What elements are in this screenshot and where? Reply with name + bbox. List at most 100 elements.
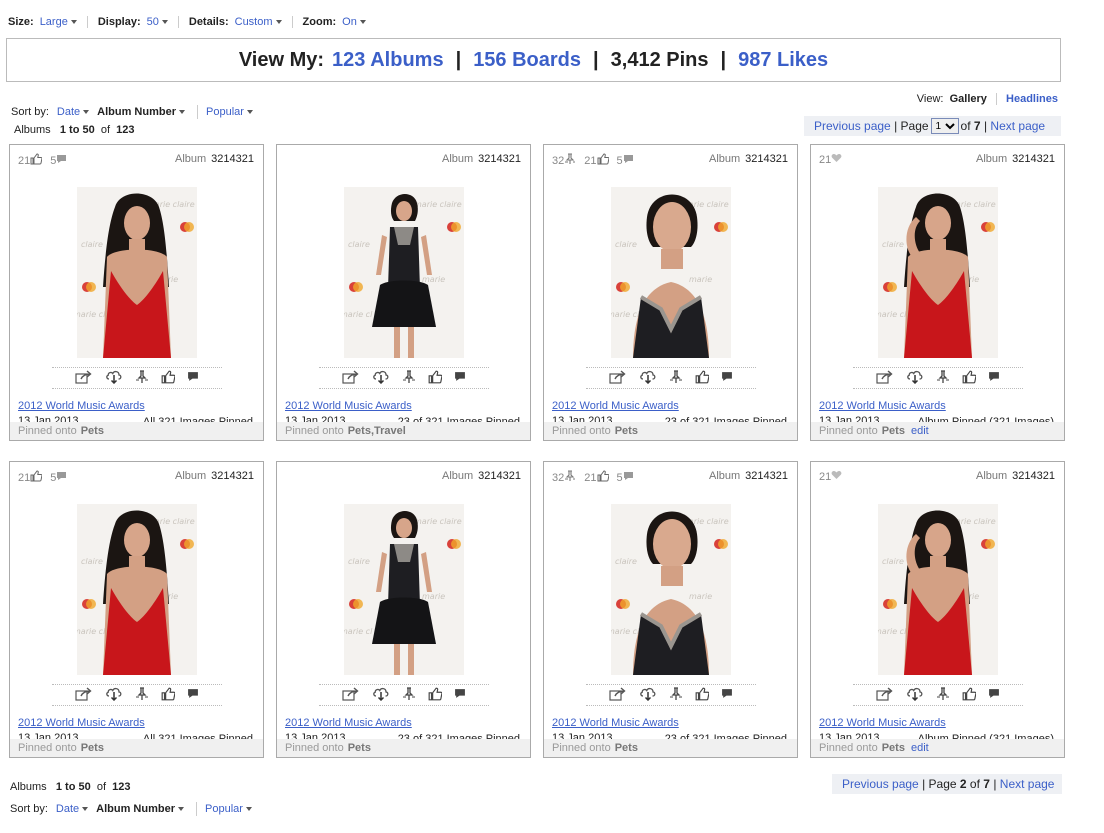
album-title-link[interactable]: 2012 World Music Awards: [18, 717, 145, 729]
share-icon[interactable]: [875, 369, 894, 387]
edit-link[interactable]: edit: [911, 425, 929, 437]
pin-icon[interactable]: [936, 686, 950, 704]
pinned-boards: Pets: [614, 425, 638, 437]
previous-page-link[interactable]: Previous page: [814, 119, 891, 133]
album-cover-photo[interactable]: marie claireclairemariemarie cl: [610, 187, 731, 358]
album-title-link[interactable]: 2012 World Music Awards: [552, 717, 679, 729]
album-title-link[interactable]: 2012 World Music Awards: [819, 717, 946, 729]
pin-icon[interactable]: [135, 686, 149, 704]
album-card[interactable]: 21 5 Album 3214321 marie claireclairemariema…: [9, 461, 264, 758]
comment-icon: [623, 154, 634, 167]
comment-icon[interactable]: [988, 688, 1000, 702]
album-card[interactable]: 32 21 5 Album 3214321 marie claire claire marie…: [543, 461, 798, 758]
thumbs-up-icon[interactable]: [161, 370, 175, 387]
album-cover-photo[interactable]: marie claireclairemariemarie cl: [76, 187, 197, 358]
album-card[interactable]: 21 Album 3214321 marie claireclairemariemar…: [810, 144, 1065, 441]
album-card[interactable]: 32 21 5 Album 3214321 marie claire claire marie…: [543, 144, 798, 441]
thumbs-up-icon[interactable]: [962, 687, 976, 704]
chevron-down-icon: [245, 807, 252, 811]
album-cover-photo[interactable]: marie claireclairemariemarie cl: [76, 504, 197, 675]
album-title-link[interactable]: 2012 World Music Awards: [552, 400, 679, 412]
pin-icon[interactable]: [669, 686, 683, 704]
count-total: 123: [112, 781, 131, 793]
download-icon[interactable]: [906, 369, 924, 387]
size-dropdown[interactable]: Large: [40, 16, 77, 28]
view-headlines-link[interactable]: Headlines: [1006, 93, 1058, 105]
thumbs-up-icon[interactable]: [161, 687, 175, 704]
view-gallery[interactable]: Gallery: [950, 93, 987, 105]
thumbs-up-icon[interactable]: [695, 687, 709, 704]
page-select[interactable]: 1: [930, 118, 959, 134]
album-title-link[interactable]: 2012 World Music Awards: [285, 400, 412, 412]
album-card[interactable]: Album3214321marie claireclairemariemarie…: [276, 461, 531, 758]
share-icon[interactable]: [74, 686, 93, 704]
album-title-link[interactable]: 2012 World Music Awards: [285, 717, 412, 729]
display-dropdown[interactable]: 50: [147, 16, 168, 28]
albums-link[interactable]: 123 Albums: [332, 49, 444, 72]
album-card[interactable]: 21 Album 3214321 marie claireclairemariemar…: [810, 461, 1065, 758]
sort-date[interactable]: Date: [57, 106, 90, 118]
comment-icon[interactable]: [721, 371, 733, 385]
comment-icon[interactable]: [187, 688, 199, 702]
thumbs-up-icon[interactable]: [695, 370, 709, 387]
likes-link[interactable]: 987 Likes: [738, 49, 828, 72]
details-dropdown[interactable]: Custom: [235, 16, 282, 28]
sort-album-number[interactable]: Album Number: [96, 803, 184, 815]
pin-icon[interactable]: [402, 686, 416, 704]
album-card[interactable]: Album3214321marie claireclairemariemarie…: [276, 144, 531, 441]
download-icon[interactable]: [639, 686, 657, 704]
download-icon[interactable]: [372, 686, 390, 704]
album-title-link[interactable]: 2012 World Music Awards: [18, 400, 145, 412]
album-count-top: Albums 1 to 50 of 123: [14, 124, 135, 136]
thumbs-up-icon[interactable]: [428, 687, 442, 704]
boards-link[interactable]: 156 Boards: [473, 49, 581, 72]
download-icon[interactable]: [105, 369, 123, 387]
size-option[interactable]: Size: Large: [8, 16, 87, 28]
comment-icon[interactable]: [988, 371, 1000, 385]
display-option[interactable]: Display: 50: [86, 16, 178, 28]
album-cover-photo[interactable]: marie claireclairemariemarie cl: [343, 504, 464, 675]
pin-icon[interactable]: [135, 369, 149, 387]
download-icon[interactable]: [105, 686, 123, 704]
share-icon[interactable]: [341, 686, 360, 704]
thumbs-up-icon[interactable]: [962, 370, 976, 387]
share-icon[interactable]: [608, 369, 627, 387]
download-icon[interactable]: [639, 369, 657, 387]
next-page-link[interactable]: Next page: [1000, 777, 1055, 791]
album-card[interactable]: 21 5 Album 3214321 marie claireclairemariema…: [9, 144, 264, 441]
comment-icon[interactable]: [454, 688, 466, 702]
album-cover-photo[interactable]: marie claireclairemariemarie cl: [610, 504, 731, 675]
album-cover-photo[interactable]: marie claireclairemariemarie cl: [343, 187, 464, 358]
download-icon[interactable]: [906, 686, 924, 704]
share-icon[interactable]: [875, 686, 894, 704]
thumbs-up-icon[interactable]: [428, 370, 442, 387]
card-footer: Pinned onto Pets,Travel: [277, 422, 530, 440]
zoom-option[interactable]: Zoom: On: [291, 16, 376, 28]
pin-icon[interactable]: [936, 369, 950, 387]
details-option[interactable]: Details: Custom: [177, 16, 292, 28]
comment-icon[interactable]: [187, 371, 199, 385]
album-title-link[interactable]: 2012 World Music Awards: [819, 400, 946, 412]
sort-popular[interactable]: Popular: [205, 803, 252, 815]
pin-icon[interactable]: [402, 369, 416, 387]
svg-text:claire: claire: [882, 557, 904, 566]
share-icon[interactable]: [74, 369, 93, 387]
sort-date[interactable]: Date: [56, 803, 89, 815]
zoom-dropdown[interactable]: On: [342, 16, 366, 28]
download-icon[interactable]: [372, 369, 390, 387]
comment-icon[interactable]: [721, 688, 733, 702]
next-page-link[interactable]: Next page: [990, 119, 1045, 133]
edit-link[interactable]: edit: [911, 742, 929, 754]
album-cover-photo[interactable]: marie claireclairemariemarie cl: [877, 187, 998, 358]
comment-icon[interactable]: [454, 371, 466, 385]
sort-album-number[interactable]: Album Number: [97, 106, 185, 118]
stat-count: 32: [552, 154, 565, 167]
album-cover-photo[interactable]: marie claireclairemariemarie cl: [877, 504, 998, 675]
previous-page-link[interactable]: Previous page: [842, 777, 919, 791]
pin-icon[interactable]: [669, 369, 683, 387]
share-icon[interactable]: [608, 686, 627, 704]
pin-icon: [564, 470, 576, 485]
share-icon[interactable]: [341, 369, 360, 387]
page-of: of: [969, 777, 980, 791]
sort-popular[interactable]: Popular: [206, 106, 253, 118]
